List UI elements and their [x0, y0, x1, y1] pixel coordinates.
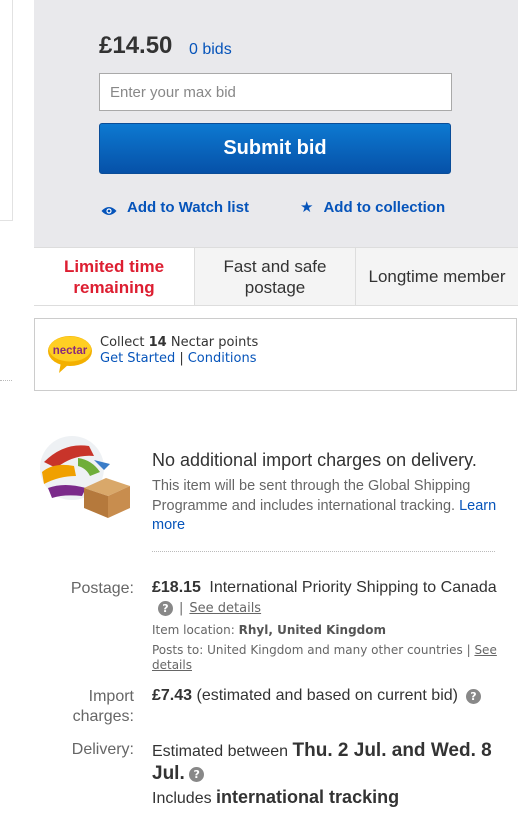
global-shipping-icon [34, 432, 134, 525]
import-charges-value: £7.43 [152, 687, 193, 704]
feature-strip: Limited time remaining Fast and safe pos… [34, 247, 518, 306]
import-charges-description: This item will be sent through the Globa… [152, 477, 504, 536]
left-divider [0, 380, 12, 381]
import-charges-label: Import charges: [73, 687, 134, 727]
nectar-logo: nectar [47, 334, 93, 379]
bid-panel: £14.50 0 bids Submit bid Add to Watch li… [34, 0, 518, 247]
delivery-info: Estimated between Thu. 2 Jul. and Wed. 8… [152, 740, 502, 810]
star-icon: ★ [300, 199, 314, 216]
submit-bid-button[interactable]: Submit bid [99, 123, 451, 174]
postage-price: £18.15 [152, 579, 201, 596]
delivery-tracking: international tracking [216, 787, 400, 807]
nectar-points-box: nectar Collect 14 Nectar points Get Star… [34, 318, 517, 391]
add-to-collection-link[interactable]: ★ Add to collection [300, 199, 445, 216]
postage-help-row: ? | See details [158, 601, 261, 616]
feature-fast-postage: Fast and safe postage [195, 248, 356, 305]
posts-to-value: United Kingdom and many other countries [207, 643, 463, 657]
item-location-label: Item location: [152, 623, 235, 637]
item-location-value: Rhyl, United Kingdom [238, 623, 387, 637]
collection-label: Add to collection [323, 199, 446, 216]
watch-list-label: Add to Watch list [127, 199, 249, 216]
delivery-includes: Includes [152, 790, 212, 807]
global-shipping-text: This item will be sent through the Globa… [152, 478, 471, 514]
nectar-collect-prefix: Collect [100, 335, 145, 350]
bid-count-link[interactable]: 0 bids [189, 41, 232, 59]
nectar-conditions-link[interactable]: Conditions [188, 351, 257, 366]
feature-limited-time: Limited time remaining [34, 248, 195, 305]
delivery-label: Delivery: [71, 741, 134, 758]
eye-icon [101, 203, 117, 215]
import-help-icon[interactable]: ? [465, 688, 481, 704]
delivery-help-icon[interactable]: ? [189, 767, 205, 783]
postage-separator: | [179, 601, 184, 616]
nectar-get-started-link[interactable]: Get Started [100, 351, 175, 366]
delivery-prefix: Estimated between [152, 743, 289, 760]
import-charges-title: No additional import charges on delivery… [152, 450, 477, 470]
nectar-text: Collect 14 Nectar points Get Started | Con… [100, 335, 258, 367]
nectar-separator: | [179, 351, 184, 366]
feature-longtime-member: Longtime member [356, 248, 518, 305]
shipping-divider [152, 551, 495, 552]
import-charges-note: (estimated and based on current bid) [196, 687, 458, 704]
import-charges-label-line2: charges: [72, 708, 134, 725]
import-charges-info: £7.43 (estimated and based on current bi… [152, 687, 481, 705]
max-bid-input[interactable] [99, 73, 452, 111]
left-panel-edge [0, 0, 13, 221]
posts-to-separator: | [466, 643, 471, 657]
current-price: £14.50 [99, 32, 173, 59]
postage-info: £18.15 International Priority Shipping t… [152, 579, 497, 597]
postage-label: Postage: [70, 580, 134, 597]
add-to-watch-list-link[interactable]: Add to Watch list [101, 199, 249, 216]
postage-service: International Priority Shipping to Canad… [209, 579, 497, 596]
see-details-link[interactable]: See details [189, 601, 261, 616]
nectar-logo-text: nectar [53, 345, 88, 357]
nectar-collect-suffix: Nectar points [170, 335, 259, 350]
posts-to-label: Posts to: [152, 643, 204, 657]
posts-to: Posts to: United Kingdom and many other … [152, 643, 497, 673]
item-location: Item location: Rhyl, United Kingdom [152, 623, 386, 638]
nectar-points-count: 14 [148, 335, 167, 350]
import-charges-label-line1: Import [88, 688, 134, 705]
help-icon[interactable]: ? [158, 601, 173, 616]
